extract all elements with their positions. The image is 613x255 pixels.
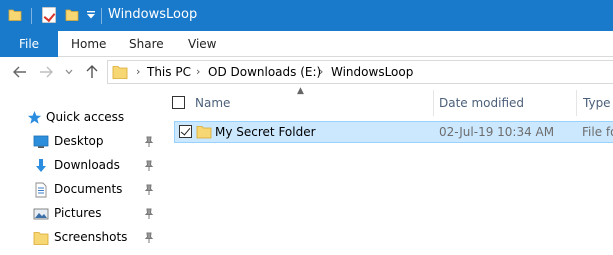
downloads-icon — [36, 159, 46, 172]
nav-item-label: Pictures — [54, 206, 102, 220]
folder-icon — [33, 232, 49, 245]
new-folder-icon[interactable] — [65, 8, 79, 22]
title-bar: WindowsLoop — [0, 0, 613, 31]
column-header-name[interactable]: Name — [195, 96, 230, 110]
documents-icon — [35, 182, 47, 198]
column-header-row: ▲ Name Date modified Type — [160, 86, 613, 118]
breadcrumb-drive[interactable]: OD Downloads (E:) — [208, 65, 321, 79]
pin-icon[interactable] — [143, 208, 155, 220]
folder-icon[interactable] — [8, 8, 22, 22]
nav-quick-access[interactable]: Quick access — [0, 106, 160, 130]
recent-locations-chevron-icon[interactable] — [61, 64, 77, 80]
file-date-modified: 02-Jul-19 10:34 AM — [439, 125, 555, 139]
nav-item-label: Screenshots — [54, 230, 128, 244]
breadcrumb-chevron-icon[interactable]: › — [136, 65, 140, 78]
tab-share[interactable]: Share — [129, 31, 164, 57]
column-header-date[interactable]: Date modified — [439, 96, 524, 110]
breadcrumb-windowsloop[interactable]: WindowsLoop — [331, 65, 413, 79]
breadcrumb-chevron-icon[interactable]: › — [196, 65, 200, 78]
folder-icon — [112, 66, 128, 79]
toolbar-separator — [101, 8, 102, 24]
properties-check-icon[interactable] — [42, 7, 56, 23]
toolbar-separator — [31, 8, 32, 24]
nav-item-downloads[interactable]: Downloads — [0, 154, 160, 178]
pin-icon[interactable] — [143, 184, 155, 196]
tab-home[interactable]: Home — [71, 31, 106, 57]
column-divider[interactable] — [433, 90, 434, 116]
folder-icon — [196, 126, 212, 139]
nav-item-label: Documents — [54, 182, 123, 196]
pin-icon[interactable] — [143, 136, 155, 148]
forward-arrow-icon[interactable] — [38, 64, 54, 80]
star-icon — [27, 110, 42, 124]
customize-dropdown-icon[interactable] — [86, 10, 96, 20]
ribbon-tabs: File Home Share View — [0, 31, 613, 57]
nav-quick-access-label: Quick access — [46, 110, 125, 124]
file-type: File fo — [582, 125, 613, 139]
row-checkbox[interactable] — [179, 125, 192, 138]
table-row[interactable]: My Secret Folder 02-Jul-19 10:34 AM File… — [174, 121, 613, 143]
select-all-checkbox[interactable] — [172, 96, 185, 109]
pin-icon[interactable] — [143, 160, 155, 172]
pin-icon[interactable] — [143, 232, 155, 244]
sort-ascending-icon: ▲ — [297, 86, 304, 96]
navigation-pane: Quick access Desktop Downloads Documents — [0, 88, 160, 255]
desktop-icon — [33, 135, 49, 148]
nav-item-label: Desktop — [54, 134, 104, 148]
pictures-icon — [33, 208, 49, 220]
window-title: WindowsLoop — [108, 7, 198, 22]
nav-item-documents[interactable]: Documents — [0, 178, 160, 202]
up-arrow-icon[interactable] — [84, 64, 100, 80]
nav-item-pictures[interactable]: Pictures — [0, 202, 160, 226]
file-name: My Secret Folder — [215, 125, 316, 139]
breadcrumb-this-pc[interactable]: This PC — [147, 65, 191, 79]
column-header-type[interactable]: Type — [583, 96, 611, 110]
tab-file[interactable]: File — [0, 31, 58, 57]
nav-item-label: Downloads — [54, 158, 120, 172]
nav-item-screenshots[interactable]: Screenshots — [0, 226, 160, 250]
back-arrow-icon[interactable] — [12, 64, 28, 80]
column-divider[interactable] — [576, 90, 577, 116]
breadcrumb-chevron-icon[interactable]: › — [319, 65, 323, 78]
tab-view[interactable]: View — [188, 31, 216, 57]
nav-item-desktop[interactable]: Desktop — [0, 130, 160, 154]
address-bar[interactable]: › This PC › OD Downloads (E:) › WindowsL… — [107, 60, 613, 84]
file-list: ▲ Name Date modified Type My Secret Fold… — [160, 86, 613, 255]
